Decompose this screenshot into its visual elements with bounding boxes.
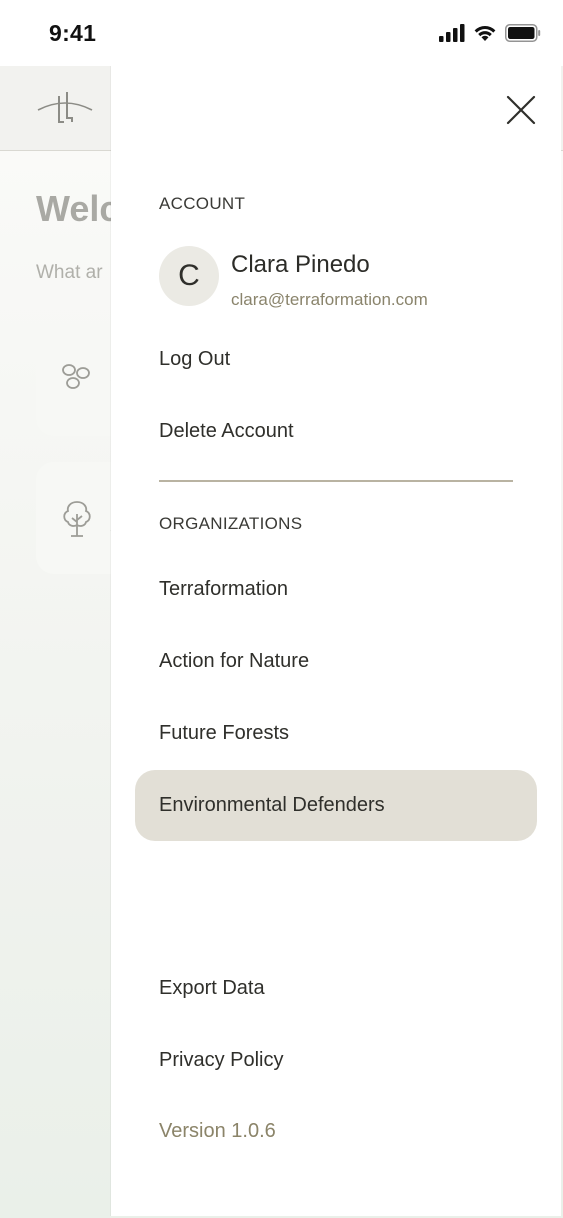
user-email: clara@terraformation.com — [231, 290, 428, 309]
status-icons — [439, 24, 541, 42]
app-version: Version 1.0.6 — [159, 1120, 276, 1142]
tree-icon — [63, 501, 91, 537]
divider — [159, 480, 513, 482]
organization-item-terraformation[interactable]: Terraformation — [159, 578, 288, 601]
organization-item-future-forests[interactable]: Future Forests — [159, 722, 289, 745]
wifi-icon — [474, 26, 496, 41]
navigation-drawer: ACCOUNT C Clara Pinedo clara@terraformat… — [111, 66, 561, 1216]
user-name: Clara Pinedo — [231, 251, 370, 278]
seeds-icon — [62, 364, 90, 389]
status-time: 9:41 — [49, 20, 97, 46]
background-subtitle: What ar — [36, 262, 103, 283]
organizations-section-title: ORGANIZATIONS — [159, 514, 303, 533]
export-data-button[interactable]: Export Data — [159, 977, 265, 1000]
signal-icon — [439, 24, 465, 42]
organization-item-environmental-defenders[interactable]: Environmental Defenders — [159, 794, 385, 817]
avatar: C — [159, 246, 219, 306]
privacy-policy-link[interactable]: Privacy Policy — [159, 1049, 283, 1072]
organization-item-action-for-nature[interactable]: Action for Nature — [159, 650, 309, 673]
delete-account-button[interactable]: Delete Account — [159, 420, 294, 443]
account-section-title: ACCOUNT — [159, 194, 246, 213]
battery-icon — [505, 24, 541, 42]
terraware-logo-icon — [36, 88, 94, 133]
log-out-button[interactable]: Log Out — [159, 348, 230, 371]
close-button[interactable] — [504, 93, 538, 127]
status-bar: 9:41 — [0, 0, 563, 66]
background-welcome-title: Welc — [36, 188, 120, 229]
close-icon[interactable] — [504, 93, 538, 127]
